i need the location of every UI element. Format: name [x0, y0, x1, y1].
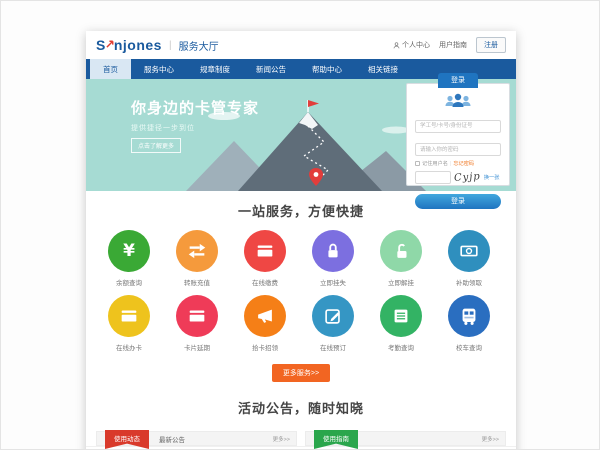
username-input[interactable] [415, 120, 501, 133]
site-page: S njones | 服务大厅 个人中心 用户指南 注册 首页 服务中心 [86, 31, 516, 450]
nav-item-news[interactable]: 新闻公告 [243, 59, 299, 79]
panel-usage-guide: 使用指南 更多>> [305, 431, 506, 446]
logo-divider: | [169, 40, 172, 51]
service-label: 在线办卡 [95, 342, 163, 352]
nav-item-help-center[interactable]: 帮助中心 [299, 59, 355, 79]
captcha-row: Cyjp 换一张 [415, 171, 501, 184]
nav-item-service-center[interactable]: 服务中心 [131, 59, 187, 79]
logo-arrow-icon [106, 39, 115, 48]
hero-copy: 你身边的卡管专家 提供捷径一步到位 点击了解更多 [131, 97, 259, 153]
user-guide-link[interactable]: 用户指南 [439, 40, 467, 50]
service-label: 拾卡招领 [231, 342, 299, 352]
remember-label: 记住用户名 [422, 160, 448, 167]
service-label: 立即解挂 [367, 277, 435, 287]
more-services-button[interactable]: 更多服务>> [272, 364, 330, 382]
hero-banner: 你身边的卡管专家 提供捷径一步到位 点击了解更多 登录 [86, 79, 516, 191]
more-link[interactable]: 更多>> [482, 435, 499, 443]
service-label: 在线缴费 [231, 277, 299, 287]
top-header: S njones | 服务大厅 个人中心 用户指南 注册 [86, 31, 516, 59]
service-label: 卡片延期 [163, 342, 231, 352]
screenshot-canvas: S njones | 服务大厅 个人中心 用户指南 注册 首页 服务中心 [0, 0, 600, 450]
services-section: 一站服务，方便快捷 ¥ 余额查询 转账充值 在线缴费 立即挂失 [86, 191, 516, 398]
service-online-payment[interactable]: 在线缴费 [231, 230, 299, 287]
megaphone-icon [254, 305, 276, 327]
announcement-panels: 使用动态 最新公告 更多>> 使用指南 更多>> [86, 431, 516, 446]
service-label: 在线预订 [299, 342, 367, 352]
header-right: 个人中心 用户指南 注册 [393, 37, 506, 53]
captcha-input[interactable] [415, 171, 451, 184]
login-panel: 登录 记住用户名 | 忘记密码 [406, 83, 510, 186]
announcements-section: 活动公告，随时知晓 使用动态 最新公告 更多>> 使用指南 更多>> [86, 398, 516, 450]
nav-item-links[interactable]: 相关链接 [355, 59, 411, 79]
service-cancel-loss[interactable]: 立即解挂 [367, 230, 435, 287]
service-label: 补助领取 [435, 277, 503, 287]
service-online-card-apply[interactable]: 在线办卡 [95, 295, 163, 352]
logo-text-njones: njones [114, 37, 162, 53]
login-tab[interactable]: 登录 [438, 73, 478, 88]
yen-icon: ¥ [123, 241, 135, 261]
service-card-extension[interactable]: 卡片延期 [163, 295, 231, 352]
captcha-image[interactable]: Cyjp [454, 171, 482, 184]
user-guide-label: 用户指南 [439, 40, 467, 50]
service-online-booking[interactable]: 在线预订 [299, 295, 367, 352]
password-input[interactable] [415, 143, 501, 156]
remember-checkbox[interactable] [415, 161, 420, 166]
nav-item-home[interactable]: 首页 [90, 59, 131, 79]
lock-icon [322, 240, 344, 262]
page-cutoff [86, 446, 516, 450]
hero-more-button[interactable]: 点击了解更多 [131, 138, 181, 153]
options-separator: | [450, 161, 451, 167]
transfer-arrows-icon [186, 240, 208, 262]
personal-center-label: 个人中心 [402, 40, 430, 50]
logo-text-s: S [96, 37, 106, 53]
service-label: 余额查询 [95, 277, 163, 287]
logo-tagline: 服务大厅 [179, 38, 219, 53]
service-balance-inquiry[interactable]: ¥ 余额查询 [95, 230, 163, 287]
hero-subtitle: 提供捷径一步到位 [131, 123, 259, 133]
card-icon [118, 305, 140, 327]
service-report-loss[interactable]: 立即挂失 [299, 230, 367, 287]
logo[interactable]: S njones | 服务大厅 [96, 37, 219, 53]
hero-title: 你身边的卡管专家 [131, 97, 259, 118]
announcements-title: 活动公告，随时知晓 [86, 398, 516, 417]
service-subsidy-collect[interactable]: 补助领取 [435, 230, 503, 287]
banknote-icon [458, 240, 480, 262]
panel-bar: 使用动态 最新公告 更多>> [96, 431, 297, 446]
list-icon [390, 305, 412, 327]
bus-icon [458, 305, 480, 327]
register-button[interactable]: 注册 [476, 37, 506, 53]
latest-announcements-tab[interactable]: 最新公告 [159, 434, 185, 444]
service-label: 校车查询 [435, 342, 503, 352]
service-school-bus-inquiry[interactable]: 校车查询 [435, 295, 503, 352]
bank-card-icon [254, 240, 276, 262]
service-label: 考勤查询 [367, 342, 435, 352]
panel-bar: 使用指南 更多>> [305, 431, 506, 446]
service-attendance-inquiry[interactable]: 考勤查询 [367, 295, 435, 352]
services-grid: ¥ 余额查询 转账充值 在线缴费 立即挂失 立即解挂 [95, 230, 507, 360]
service-label: 转账充值 [163, 277, 231, 287]
forgot-password-link[interactable]: 忘记密码 [453, 160, 474, 167]
nav-item-rules[interactable]: 规章制度 [187, 59, 243, 79]
service-lost-found[interactable]: 拾卡招领 [231, 295, 299, 352]
edit-icon [322, 305, 344, 327]
captcha-refresh-link[interactable]: 换一张 [484, 174, 500, 181]
users-icon [415, 92, 501, 109]
login-submit-button[interactable]: 登录 [415, 194, 501, 209]
service-transfer-recharge[interactable]: 转账充值 [163, 230, 231, 287]
unlock-icon [390, 240, 412, 262]
personal-center-link[interactable]: 个人中心 [393, 40, 430, 50]
card-icon [186, 305, 208, 327]
person-icon [393, 42, 400, 49]
service-label: 立即挂失 [299, 277, 367, 287]
panel-usage-news: 使用动态 最新公告 更多>> [96, 431, 297, 446]
more-link[interactable]: 更多>> [273, 435, 290, 443]
login-options: 记住用户名 | 忘记密码 [415, 160, 501, 167]
